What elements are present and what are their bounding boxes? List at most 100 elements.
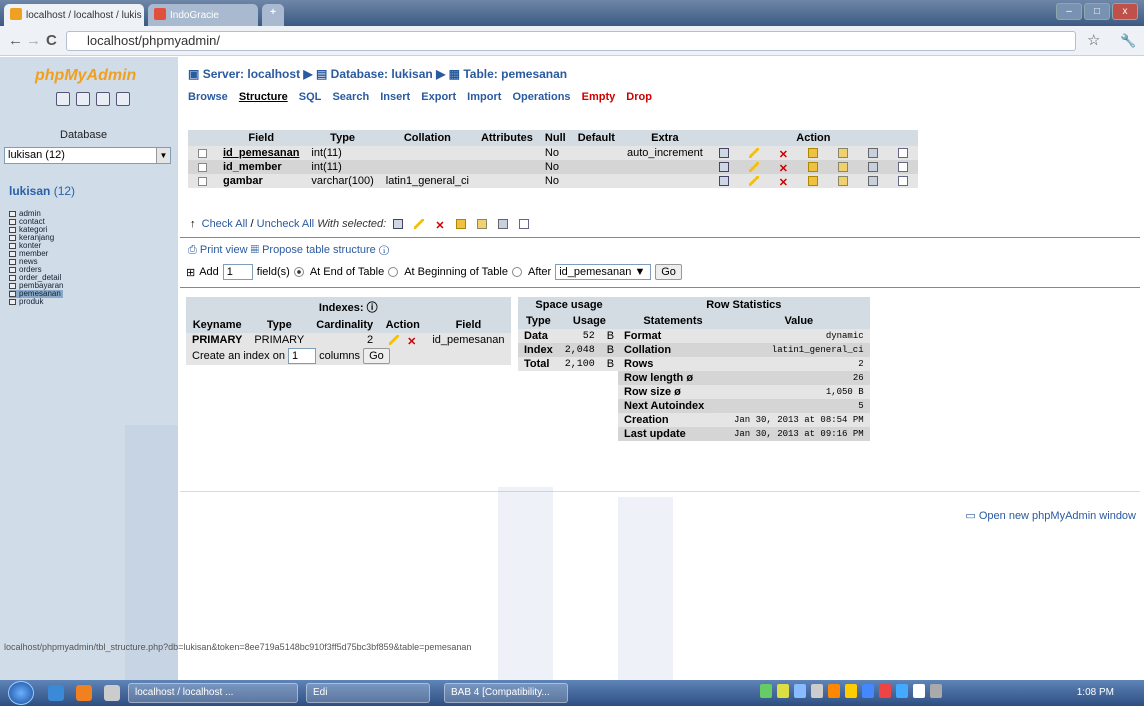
tab-import[interactable]: Import (467, 91, 501, 103)
after-radio[interactable] (511, 267, 522, 277)
add-count-input[interactable]: 1 (222, 264, 253, 280)
breadcrumb-server[interactable]: Server: localhost (203, 67, 300, 81)
reload-nav-icon[interactable] (116, 92, 130, 106)
db-title-link[interactable]: lukisan (12) (9, 184, 75, 198)
bookmark-star-icon[interactable]: ☆ (1087, 32, 1100, 50)
tab-export[interactable]: Export (421, 91, 456, 103)
tab-empty[interactable]: Empty (582, 91, 616, 103)
media-icon[interactable] (76, 685, 92, 701)
app-icon[interactable] (104, 685, 120, 701)
close-button[interactable]: x (1112, 3, 1138, 20)
go-add-button[interactable]: Go (655, 264, 682, 280)
ie-icon[interactable] (48, 685, 64, 701)
row-checkbox[interactable] (188, 160, 217, 174)
reload-icon[interactable]: C (46, 32, 57, 50)
tab-operations[interactable]: Operations (512, 91, 570, 103)
start-button[interactable] (8, 681, 34, 705)
change-field-icon[interactable] (739, 160, 769, 174)
tray-icon[interactable] (828, 684, 840, 698)
volume-icon[interactable] (930, 684, 942, 698)
fulltext-selected-icon[interactable] (518, 219, 529, 230)
fulltext-key-icon[interactable] (888, 174, 918, 188)
fulltext-key-icon[interactable] (888, 146, 918, 160)
tray-icon[interactable] (845, 684, 857, 698)
help-icon[interactable]: ⓘ (379, 244, 389, 256)
tab-structure[interactable]: Structure (239, 91, 288, 103)
minimize-button[interactable]: – (1056, 3, 1082, 20)
print-view-link[interactable]: Print view (200, 244, 248, 256)
open-new-window-link[interactable]: ▭ Open new phpMyAdmin window (965, 509, 1136, 522)
back-arrow-icon[interactable]: ← (8, 32, 23, 50)
forward-arrow-icon[interactable]: → (26, 32, 41, 50)
phpmyadmin-logo[interactable]: phpMyAdmin (35, 67, 136, 85)
sidebar-table-item[interactable]: produk (9, 298, 63, 306)
browser-tab-phpmyadmin[interactable]: localhost / localhost / lukis (4, 4, 144, 26)
at-end-radio[interactable] (293, 267, 304, 277)
drop-field-icon[interactable]: ✕ (769, 174, 798, 189)
home-icon[interactable] (56, 92, 70, 106)
browse-selected-icon[interactable] (393, 219, 404, 230)
unique-key-icon[interactable] (828, 174, 858, 188)
propose-structure-link[interactable]: Propose table structure (262, 244, 376, 256)
taskbar-item-word[interactable]: BAB 4 [Compatibility... (444, 683, 568, 703)
change-field-icon[interactable] (739, 174, 769, 188)
edit-selected-icon[interactable] (414, 219, 425, 230)
tray-icon[interactable] (879, 684, 891, 698)
index-selected-icon[interactable] (497, 219, 508, 230)
primary-key-icon[interactable] (798, 146, 828, 160)
breadcrumb-table[interactable]: Table: pemesanan (463, 67, 567, 81)
primary-selected-icon[interactable] (455, 219, 466, 230)
at-beginning-radio[interactable] (388, 267, 399, 277)
go-create-index-button[interactable]: Go (363, 348, 390, 364)
tray-icon[interactable] (913, 684, 925, 698)
drop-selected-icon[interactable]: ✕ (435, 219, 444, 232)
tab-drop[interactable]: Drop (626, 91, 652, 103)
taskbar-item-edi[interactable]: Edi (306, 683, 430, 703)
drop-field-icon[interactable]: ✕ (769, 146, 798, 161)
drop-field-icon[interactable]: ✕ (769, 160, 798, 175)
primary-key-icon[interactable] (798, 160, 828, 174)
unique-key-icon[interactable] (828, 146, 858, 160)
database-select[interactable]: lukisan (12) ▼ (4, 147, 171, 164)
after-field-select[interactable]: id_pemesanan ▼ (555, 264, 652, 280)
docs-icon[interactable] (96, 92, 110, 106)
edit-index-icon[interactable] (389, 335, 400, 346)
browse-distinct-icon[interactable] (709, 174, 739, 188)
tab-browse[interactable]: Browse (188, 91, 228, 103)
taskbar-item-chrome[interactable]: localhost / localhost ... (128, 683, 298, 703)
help-icon[interactable]: ⓘ (367, 302, 378, 314)
wrench-icon[interactable]: 🔧 (1120, 32, 1136, 50)
unique-selected-icon[interactable] (476, 219, 487, 230)
new-tab-button[interactable]: + (262, 4, 284, 26)
unique-key-icon[interactable] (828, 160, 858, 174)
primary-key-icon[interactable] (798, 174, 828, 188)
tray-icon[interactable] (896, 684, 908, 698)
tray-icon[interactable] (760, 684, 772, 698)
browse-distinct-icon[interactable] (709, 146, 739, 160)
tab-insert[interactable]: Insert (380, 91, 410, 103)
tab-search[interactable]: Search (332, 91, 369, 103)
create-index-count-input[interactable]: 1 (288, 348, 317, 364)
index-key-icon[interactable] (858, 174, 888, 188)
browser-tab-indogracie[interactable]: IndoGracie (148, 4, 258, 26)
change-field-icon[interactable] (739, 146, 769, 160)
breadcrumb-database[interactable]: Database: lukisan (331, 67, 433, 81)
maximize-button[interactable]: □ (1084, 3, 1110, 20)
check-all-link[interactable]: Check All (202, 218, 248, 230)
uncheck-all-link[interactable]: Uncheck All (257, 218, 314, 230)
browse-distinct-icon[interactable] (709, 160, 739, 174)
index-key-icon[interactable] (858, 160, 888, 174)
drop-index-icon[interactable]: ✕ (407, 335, 416, 348)
tab-sql[interactable]: SQL (299, 91, 322, 103)
window-controls: – □ x (1056, 3, 1138, 20)
fulltext-key-icon[interactable] (888, 160, 918, 174)
index-key-icon[interactable] (858, 146, 888, 160)
sql-query-icon[interactable] (76, 92, 90, 106)
address-bar[interactable]: localhost/phpmyadmin/ (66, 31, 1076, 51)
tray-icon[interactable] (811, 684, 823, 698)
row-checkbox[interactable] (188, 146, 217, 160)
tray-icon[interactable] (862, 684, 874, 698)
row-checkbox[interactable] (188, 174, 217, 188)
tray-icon[interactable] (777, 684, 789, 698)
tray-icon[interactable] (794, 684, 806, 698)
